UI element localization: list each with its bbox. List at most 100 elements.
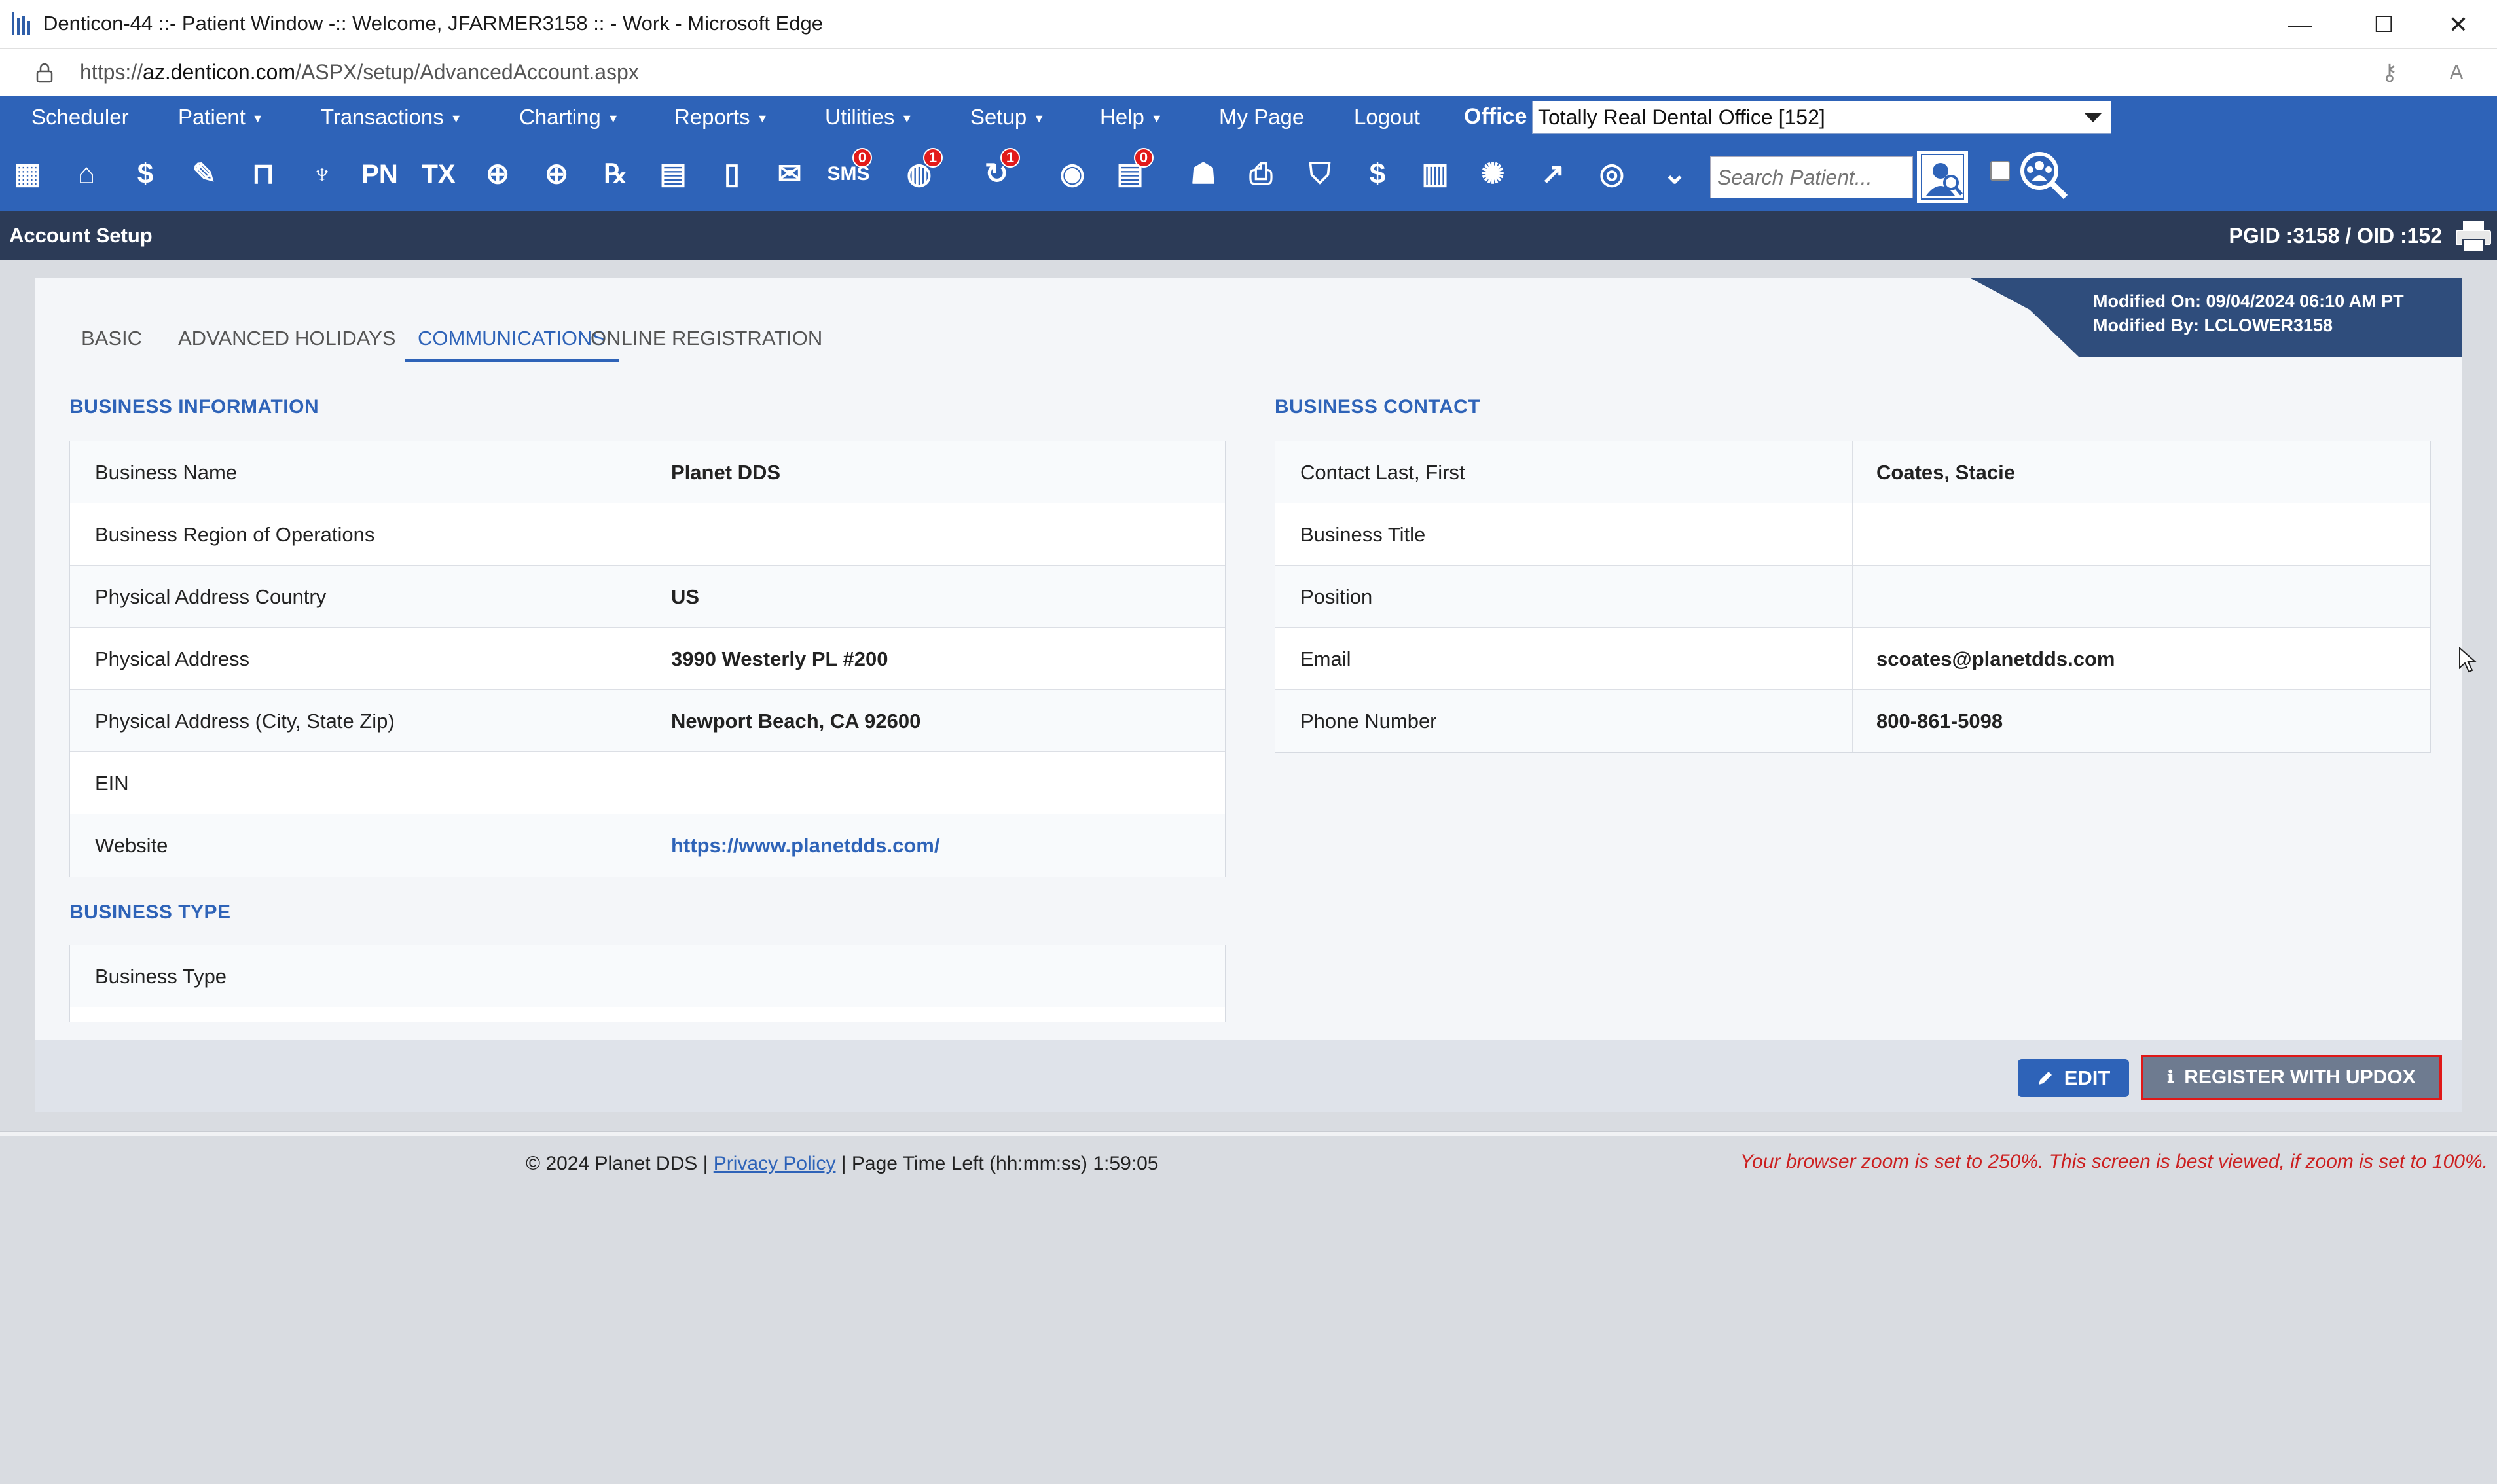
portal-icon-glyph: ◎	[1599, 158, 1625, 190]
menu-patient[interactable]: Patient ▼	[178, 105, 264, 130]
notes-edit-icon[interactable]: ✎	[178, 148, 230, 200]
claims-icon[interactable]: $	[1351, 148, 1404, 200]
address-bar[interactable]: https://az.denticon.com/ASPX/setup/Advan…	[0, 49, 2497, 96]
mouse-cursor-icon	[2459, 647, 2477, 673]
home-icon-glyph: ⌂	[77, 158, 96, 190]
family-icon-glyph: ☗	[1190, 158, 1216, 190]
zoom-warning: Your browser zoom is set to 250%. This s…	[1740, 1151, 2488, 1172]
url-text[interactable]: https://az.denticon.com/ASPX/setup/Advan…	[80, 60, 639, 84]
menu-setup[interactable]: Setup ▼	[970, 105, 1045, 130]
tab-basic[interactable]: BASIC	[68, 317, 155, 362]
minimize-button[interactable]: —	[2270, 7, 2329, 43]
notes-edit-icon-glyph: ✎	[192, 158, 217, 190]
footer-divider	[0, 1131, 2497, 1136]
read-aloud-icon[interactable]: A	[2442, 58, 2471, 87]
chart-line-icon[interactable]: ↗	[1527, 148, 1579, 200]
insurance-icon[interactable]: ⛉	[1294, 148, 1346, 200]
recall-icon[interactable]: ↻ 1	[970, 148, 1023, 200]
menu-utilities[interactable]: Utilities ▼	[825, 105, 913, 130]
print-icon[interactable]	[2455, 220, 2492, 253]
column-divider	[1852, 690, 1853, 752]
dollar-icon[interactable]: $	[119, 148, 172, 200]
group-search-button[interactable]	[2018, 149, 2070, 202]
claims-icon-glyph: $	[1369, 158, 1386, 190]
lock-icon	[36, 63, 53, 83]
prescription-icon-text: ℞	[604, 160, 627, 189]
business-info-label: Website	[95, 834, 168, 857]
office-label: Office	[1464, 104, 1527, 129]
register-with-updox-button[interactable]: ℹ REGISTER WITH UPDOX	[2141, 1055, 2442, 1100]
page-time-left: | Page Time Left (hh:mm:ss) 1:59:05	[841, 1153, 1159, 1174]
business-info-value[interactable]: https://www.planetdds.com/	[671, 834, 939, 858]
icon-toolbar: ▦ ⌂ $ ✎ ⊓ ♆ PN TX ⊕ ⊕ ℞ ▤ ▯ ✉ SMS 0 ◍ 1 ↻ 1 ◉ ▤ 0 ☗ ⎙ ⛉ $ ▥ ✺ ↗ ◎ ⌄	[0, 139, 2497, 211]
office-select[interactable]: Totally Real Dental Office [152]	[1532, 101, 2111, 134]
business-info-label: Physical Address (City, State Zip)	[95, 710, 395, 733]
maximize-button[interactable]: ☐	[2354, 7, 2413, 43]
footer-copyright: © 2024 Planet DDS | Privacy Policy | Pag…	[526, 1153, 1159, 1174]
menu-logout[interactable]: Logout	[1354, 105, 1420, 130]
mail-icon-glyph: ✉	[777, 158, 802, 190]
business-info-value: US	[671, 585, 700, 608]
web-forms-icon[interactable]: ◉	[1046, 148, 1099, 200]
caret-down-icon: ▼	[607, 111, 619, 125]
close-window-button[interactable]: ✕	[2429, 7, 2488, 43]
family-icon[interactable]: ☗	[1177, 148, 1230, 200]
patient-search-button[interactable]	[1917, 151, 1968, 203]
menu-charting[interactable]: Charting ▼	[519, 105, 619, 130]
home-icon[interactable]: ⌂	[60, 148, 113, 200]
tooth-chart-icon[interactable]: ⊓	[237, 148, 289, 200]
menu-label: My Page	[1219, 105, 1305, 129]
add-patient-icon[interactable]: ⊕	[471, 148, 524, 200]
menu-transactions[interactable]: Transactions ▼	[321, 105, 462, 130]
edge-app-icon	[12, 12, 31, 35]
message-icon[interactable]: ▤	[647, 148, 699, 200]
business-type-row-partial	[70, 1007, 1225, 1022]
key-icon[interactable]: ⚷	[2375, 58, 2404, 87]
print-icon[interactable]: ⎙	[1235, 148, 1287, 200]
info-icon: ℹ	[2167, 1068, 2174, 1087]
business-contact-label: Contact Last, First	[1300, 461, 1465, 484]
tooth-icon-glyph: ♆	[311, 158, 333, 190]
caret-down-icon: ▼	[756, 111, 769, 125]
notification-badge: 1	[1000, 148, 1020, 168]
page-title: Account Setup	[9, 224, 153, 247]
business-contact-row: Position	[1275, 566, 2430, 628]
menu-label: Transactions	[321, 105, 444, 129]
sms-icon[interactable]: SMS 0	[822, 148, 875, 200]
caret-down-icon: ▼	[1150, 111, 1163, 125]
menu-help[interactable]: Help ▼	[1100, 105, 1163, 130]
chart-line-icon-glyph: ↗	[1540, 158, 1565, 190]
menu-scheduler[interactable]: Scheduler	[31, 105, 129, 130]
menu-reports[interactable]: Reports ▼	[674, 105, 768, 130]
progress-notes-icon[interactable]: PN	[354, 148, 406, 200]
business-contact-heading: BUSINESS CONTACT	[1275, 396, 1481, 418]
add-family-icon[interactable]: ⊕	[530, 148, 583, 200]
window-title: Denticon-44 ::- Patient Window -:: Welco…	[43, 12, 824, 35]
progress-notes-icon-text: PN	[361, 160, 398, 189]
caret-down-icon: ▼	[1033, 111, 1046, 125]
menu-my-page[interactable]: My Page	[1219, 105, 1304, 130]
network-icon[interactable]: ✺	[1467, 148, 1519, 200]
portal-icon[interactable]: ◎	[1586, 148, 1638, 200]
privacy-policy-link[interactable]: Privacy Policy	[714, 1153, 836, 1174]
mail-icon[interactable]: ✉	[763, 148, 816, 200]
tab-online-registration[interactable]: ONLINE REGISTRATION	[577, 317, 835, 362]
collapse-icon[interactable]: ⌄	[1649, 148, 1701, 200]
treatment-icon[interactable]: TX	[412, 148, 465, 200]
toolbar-checkbox[interactable]	[1990, 161, 2010, 181]
pgid-oid-label: PGID :3158 / OID :152	[2229, 224, 2442, 247]
tooth-icon[interactable]: ♆	[296, 148, 348, 200]
forms-icon[interactable]: ▤ 0	[1104, 148, 1156, 200]
business-info-row: Business Region of Operations	[70, 503, 1225, 566]
calendar-icon[interactable]: ▦	[1, 148, 54, 200]
ledger-icon[interactable]: ▥	[1409, 148, 1461, 200]
edit-button[interactable]: EDIT	[2018, 1059, 2129, 1097]
web-icon[interactable]: ◍ 1	[893, 148, 945, 200]
prescription-icon[interactable]: ℞	[589, 148, 642, 200]
tab-holidays[interactable]: HOLIDAYS	[282, 317, 409, 362]
column-divider	[1852, 441, 1853, 503]
business-contact-label: Business Title	[1300, 523, 1426, 546]
action-bar: EDIT ℹ REGISTER WITH UPDOX	[35, 1040, 2462, 1112]
search-patient-input[interactable]	[1710, 156, 1913, 198]
document-icon[interactable]: ▯	[706, 148, 758, 200]
